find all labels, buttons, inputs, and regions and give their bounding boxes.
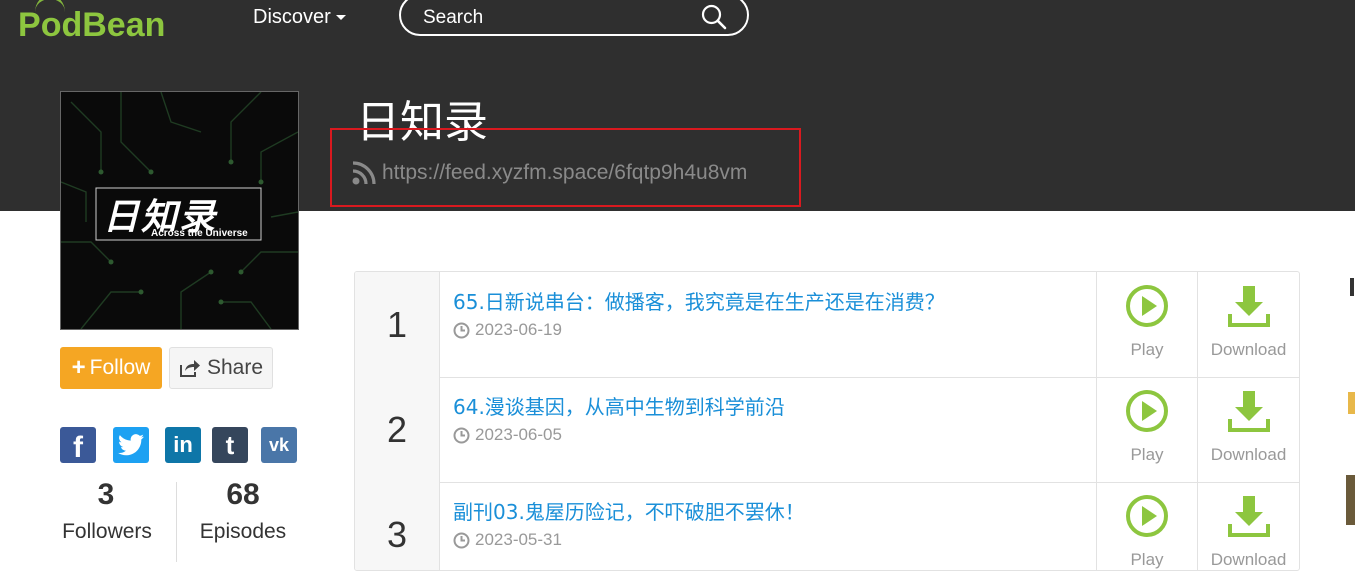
vk-icon[interactable]: vk xyxy=(261,427,297,463)
twitter-icon[interactable] xyxy=(113,427,149,463)
play-label: Play xyxy=(1130,445,1164,464)
episode-title-link[interactable]: 65.日新说串台：做播客，我究竟是在生产还是在消费？ xyxy=(453,286,945,315)
followers-count: 3 xyxy=(97,478,115,511)
episode-row: 1 65.日新说串台：做播客，我究竟是在生产还是在消费？ 2023-06-19 … xyxy=(355,272,1299,378)
episodes-count: 68 xyxy=(226,478,260,511)
download-button[interactable]: Download xyxy=(1197,482,1299,570)
play-label: Play xyxy=(1130,340,1164,359)
episode-number: 1 xyxy=(355,272,440,377)
episode-date: 2023-06-05 xyxy=(453,425,562,445)
episodes-label: Episodes xyxy=(199,520,287,543)
download-icon xyxy=(1227,391,1270,432)
play-icon xyxy=(1126,285,1168,327)
episode-title-link[interactable]: 副刊03.鬼屋历险记，不吓破胆不罢休！ xyxy=(453,496,805,525)
episode-title-link[interactable]: 64.漫谈基因，从高中生物到科学前沿 xyxy=(453,391,785,420)
download-icon xyxy=(1227,286,1270,327)
play-icon xyxy=(1126,390,1168,432)
follow-label: Follow xyxy=(89,356,151,379)
download-label: Download xyxy=(1210,445,1287,464)
facebook-icon[interactable]: f xyxy=(60,427,96,464)
clock-icon xyxy=(453,427,470,443)
play-button[interactable]: Play xyxy=(1096,377,1197,482)
discover-menu[interactable]: Discover xyxy=(253,3,346,31)
clock-icon xyxy=(453,322,470,338)
episode-date-text: 2023-06-05 xyxy=(475,425,562,444)
right-sidebar-fragment xyxy=(1346,270,1355,560)
episode-date-text: 2023-06-19 xyxy=(475,320,562,339)
linkedin-icon[interactable]: in xyxy=(165,427,201,463)
episode-number: 2 xyxy=(355,377,440,482)
share-label: Share xyxy=(206,356,264,379)
stats-divider xyxy=(176,482,177,562)
podcast-title: 日知录 xyxy=(356,97,488,148)
tumblr-icon[interactable]: t xyxy=(212,427,248,463)
download-label: Download xyxy=(1210,550,1287,569)
episode-list: 1 65.日新说串台：做播客，我究竟是在生产还是在消费？ 2023-06-19 … xyxy=(354,271,1300,571)
download-button[interactable]: Download xyxy=(1197,272,1299,377)
download-icon xyxy=(1227,496,1270,537)
discover-label: Discover xyxy=(253,6,331,28)
download-label: Download xyxy=(1210,340,1287,359)
share-button[interactable]: Share xyxy=(169,347,273,389)
episode-date: 2023-05-31 xyxy=(453,530,562,550)
feed-link[interactable]: https://feed.xyzfm.space/6fqtp9h4u8vm xyxy=(351,159,747,187)
play-button[interactable]: Play xyxy=(1096,272,1197,377)
search-icon[interactable] xyxy=(701,4,727,30)
episode-row: 3 副刊03.鬼屋历险记，不吓破胆不罢休！ 2023-05-31 Play Do… xyxy=(355,482,1299,570)
podcast-cover: 日知录 Across the Universe xyxy=(60,91,299,330)
play-label: Play xyxy=(1130,550,1164,569)
caret-down-icon xyxy=(335,15,346,21)
followers-label: Followers xyxy=(62,520,152,543)
share-icon xyxy=(179,360,200,377)
play-icon xyxy=(1126,495,1168,537)
feed-url: https://feed.xyzfm.space/6fqtp9h4u8vm xyxy=(382,161,748,184)
follow-button[interactable]: + Follow xyxy=(60,347,162,389)
episode-number: 3 xyxy=(355,482,440,570)
cover-subtitle: Across the Universe xyxy=(151,228,248,239)
episode-date: 2023-06-19 xyxy=(453,320,562,340)
search-input[interactable] xyxy=(421,2,695,34)
download-button[interactable]: Download xyxy=(1197,377,1299,482)
plus-icon: + xyxy=(71,354,86,381)
episode-row: 2 64.漫谈基因，从高中生物到科学前沿 2023-06-05 Play Dow… xyxy=(355,377,1299,483)
episode-date-text: 2023-05-31 xyxy=(475,530,562,549)
play-button[interactable]: Play xyxy=(1096,482,1197,570)
clock-icon xyxy=(453,532,470,548)
podbean-logo[interactable]: PodBean xyxy=(18,5,165,45)
rss-icon xyxy=(352,161,376,185)
search-box xyxy=(399,0,749,36)
